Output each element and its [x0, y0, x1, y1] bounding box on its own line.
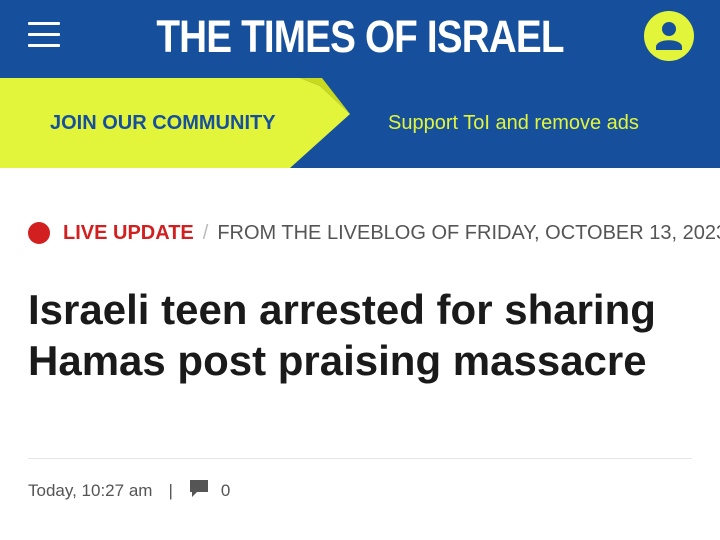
- user-account-icon[interactable]: [644, 11, 694, 61]
- timestamp: Today, 10:27 am: [28, 481, 153, 500]
- comment-count[interactable]: 0: [221, 481, 230, 501]
- hamburger-menu-icon[interactable]: [28, 22, 60, 48]
- divider: [28, 458, 692, 459]
- article-meta: LIVE UPDATE / FROM THE LIVEBLOG OF FRIDA…: [28, 218, 720, 248]
- liveblog-link[interactable]: FROM THE LIVEBLOG OF FRIDAY, OCTOBER 13,…: [217, 222, 720, 245]
- community-banner: JOIN OUR COMMUNITY Support ToI and remov…: [0, 78, 720, 168]
- article-headline: Israeli teen arrested for sharing Hamas …: [28, 286, 656, 384]
- site-header: THE TIMES OF ISRAEL: [0, 0, 720, 78]
- byline-separator: |: [168, 481, 173, 500]
- support-remove-ads-link[interactable]: Support ToI and remove ads: [388, 78, 639, 168]
- comment-icon[interactable]: [189, 479, 209, 503]
- join-community-link[interactable]: JOIN OUR COMMUNITY: [50, 78, 276, 168]
- live-update-label[interactable]: LIVE UPDATE: [63, 222, 194, 245]
- meta-separator: /: [202, 221, 209, 244]
- byline: Today, 10:27 am | 0: [28, 478, 230, 504]
- site-logo[interactable]: THE TIMES OF ISRAEL: [50, 0, 669, 78]
- live-dot-icon: [28, 222, 50, 244]
